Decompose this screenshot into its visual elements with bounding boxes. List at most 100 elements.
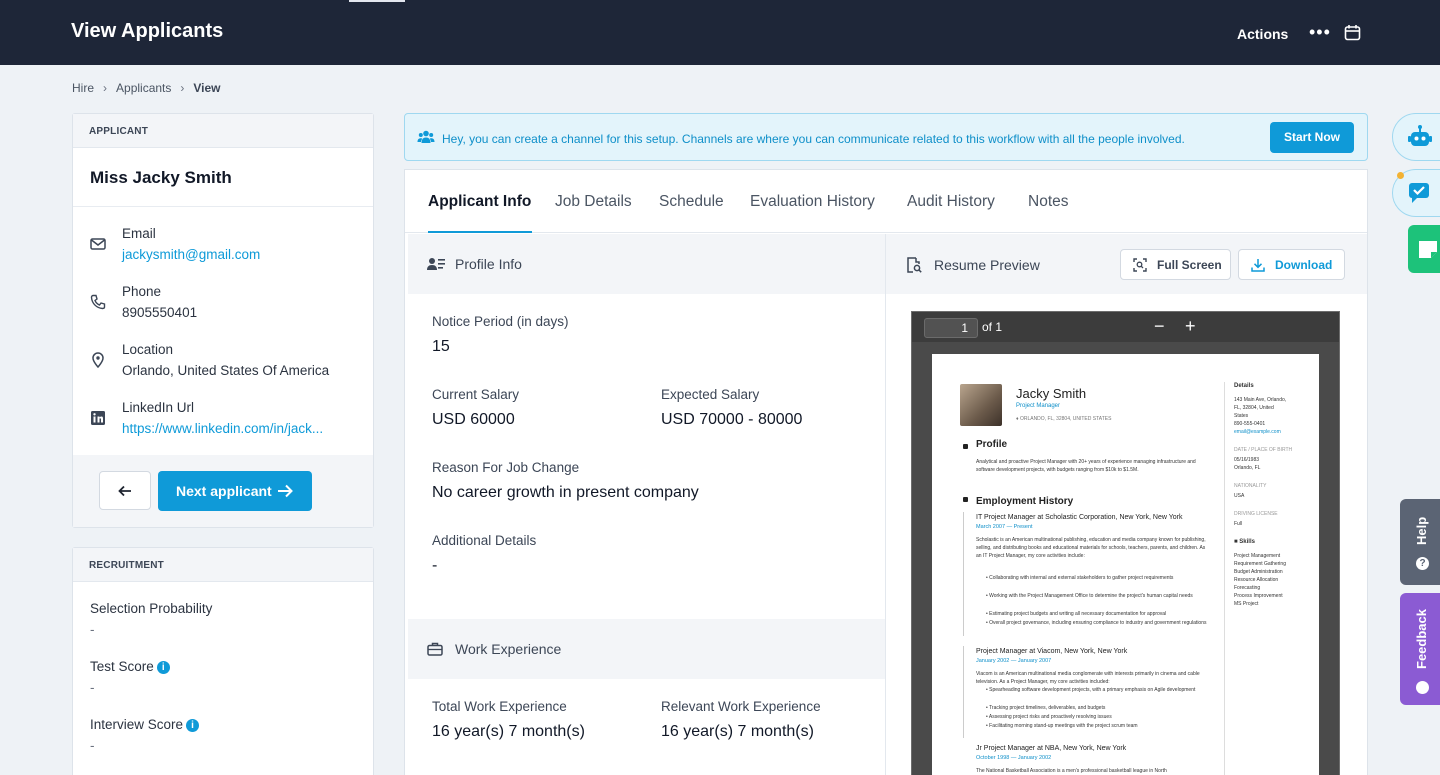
pdf-viewer[interactable]: 1 of 1 − + Jacky Smith Project Manager ♦…	[911, 311, 1340, 775]
start-now-button[interactable]: Start Now	[1270, 122, 1354, 153]
resume-job-item: • Working with the Project Management Of…	[986, 593, 1193, 599]
chat-check-icon	[1409, 183, 1429, 203]
channels-launcher[interactable]	[1392, 169, 1440, 217]
resume-job-title: IT Project Manager at Scholastic Corpora…	[976, 514, 1183, 521]
linkedin-label: LinkedIn Url	[122, 400, 195, 415]
users-icon	[417, 129, 435, 150]
pdf-toolbar: 1 of 1 − +	[912, 312, 1339, 342]
resume-skill: Project Management	[1234, 553, 1281, 559]
full-screen-button[interactable]: Full Screen	[1120, 249, 1231, 280]
download-button[interactable]: Download	[1238, 249, 1345, 280]
resume-dob-label: DATE / PLACE OF BIRTH	[1234, 447, 1293, 453]
breadcrumb: Hire › Applicants › View	[72, 81, 221, 95]
resume-job-title: Jr Project Manager at NBA, New York, New…	[976, 745, 1127, 752]
previous-applicant-button[interactable]	[99, 471, 151, 510]
resume-job-item: • Tracking project timelines, deliverabl…	[986, 705, 1106, 711]
selection-probability-label: Selection Probability	[90, 601, 213, 616]
zoom-in-icon[interactable]: +	[1185, 316, 1196, 337]
chatbot-launcher[interactable]	[1392, 113, 1440, 161]
person-icon	[963, 444, 968, 449]
resume-job-text: Scholastic is an American multinational …	[976, 537, 1206, 559]
info-icon[interactable]: i	[186, 719, 200, 732]
email-label: Email	[122, 226, 156, 241]
phone-value: 8905550401	[122, 305, 198, 320]
pdf-page-input[interactable]: 1	[924, 318, 978, 338]
tab-evaluation-history[interactable]: Evaluation History	[750, 193, 875, 211]
resume-role: Project Manager	[1016, 403, 1061, 409]
resume-sidebar-divider	[1224, 382, 1225, 775]
breadcrumb-view: View	[193, 81, 221, 95]
email-link[interactable]: jackysmith@gmail.com	[122, 247, 260, 262]
calendar-icon[interactable]	[1344, 24, 1361, 46]
breadcrumb-hire[interactable]: Hire	[72, 81, 94, 95]
resume-job-item: • Estimating project budgets and writing…	[986, 611, 1167, 617]
zoom-out-icon[interactable]: −	[1154, 316, 1165, 337]
current-salary-label: Current Salary	[432, 387, 520, 402]
resume-skill: Budget Administration	[1234, 569, 1283, 575]
channel-banner: Hey, you can create a channel for this s…	[404, 113, 1368, 161]
help-tab[interactable]: Help ?	[1400, 499, 1440, 585]
breadcrumb-applicants[interactable]: Applicants	[116, 81, 171, 95]
interview-score: Interview Score i -	[90, 717, 200, 753]
resume-employment-heading: Employment History	[976, 496, 1074, 507]
recruitment-card: RECRUITMENT Selection Probability - Test…	[72, 547, 374, 775]
current-salary: Current Salary USD 60000	[432, 387, 519, 429]
feedback-tab[interactable]: Feedback	[1400, 593, 1440, 705]
relevant-experience-label: Relevant Work Experience	[661, 699, 821, 714]
resume-email: email@example.com	[1234, 429, 1281, 435]
question-icon: ?	[1416, 557, 1429, 570]
profile-column: Profile Info Notice Period (in days) 15 …	[408, 234, 885, 775]
resume-details-heading: Details	[1234, 383, 1254, 389]
total-experience-value: 16 year(s) 7 month(s)	[432, 723, 585, 740]
profile-card-icon	[427, 257, 445, 276]
tab-notes[interactable]: Notes	[1028, 193, 1069, 211]
top-bar: View Applicants Actions •••	[0, 0, 1440, 65]
location-value: Orlando, United States Of America	[122, 363, 330, 378]
applicant-card: APPLICANT Miss Jacky Smith Email jackysm…	[72, 113, 374, 528]
reason-value: No career growth in present company	[432, 484, 699, 501]
mail-icon	[90, 236, 106, 252]
tab-audit-history[interactable]: Audit History	[907, 193, 995, 211]
reason-label: Reason For Job Change	[432, 460, 580, 475]
active-tab-underline	[428, 231, 532, 233]
info-icon[interactable]: i	[156, 661, 170, 674]
tab-schedule[interactable]: Schedule	[659, 193, 724, 211]
chevron-right-icon: ›	[103, 81, 108, 95]
page-title: View Applicants	[71, 20, 224, 42]
tab-applicant-info[interactable]: Applicant Info	[428, 193, 531, 211]
resume-preview-header: Resume Preview Full Screen Download	[886, 234, 1367, 294]
resume-skill: Requirement Gathering	[1234, 561, 1286, 567]
resume-job-text: The National Basketball Association is a…	[976, 768, 1167, 774]
applicant-nav: Next applicant	[73, 455, 373, 527]
resume-birthplace: Orlando, FL	[1234, 465, 1261, 471]
notice-period-value: 15	[432, 338, 450, 355]
more-options-icon[interactable]: •••	[1309, 22, 1331, 43]
resume-job-item: • Spearheading software development proj…	[986, 687, 1196, 693]
test-score-value: -	[90, 680, 95, 695]
resume-job-title: Project Manager at Viacom, New York, New…	[976, 648, 1128, 655]
notice-period: Notice Period (in days) 15	[432, 314, 569, 356]
actions-menu-button[interactable]: Actions	[1237, 26, 1288, 42]
resume-skills-heading: ■ Skills	[1234, 539, 1255, 545]
document-search-icon	[906, 257, 922, 278]
resume-skill: Resource Allocation	[1234, 577, 1279, 583]
notice-period-label: Notice Period (in days)	[432, 314, 569, 329]
phone-icon	[90, 294, 106, 310]
resume-skill: Process Improvement	[1234, 593, 1283, 599]
tab-job-details[interactable]: Job Details	[555, 193, 632, 211]
arrow-left-icon	[118, 485, 131, 497]
resume-profile-text: Analytical and proactive Project Manager…	[976, 459, 1196, 473]
current-salary-value: USD 60000	[432, 411, 515, 428]
main-panel: Applicant Info Job Details Schedule Eval…	[404, 169, 1368, 775]
linkedin-link[interactable]: https://www.linkedin.com/in/jack...	[122, 421, 323, 436]
smiley-icon	[1416, 681, 1429, 694]
profile-info-header: Profile Info	[408, 234, 885, 294]
next-applicant-button[interactable]: Next applicant	[158, 471, 312, 511]
resume-job-dates: January 2002 — January 2007	[976, 658, 1052, 664]
relevant-work-experience: Relevant Work Experience 16 year(s) 7 mo…	[661, 699, 821, 741]
notes-launcher[interactable]	[1408, 225, 1440, 273]
total-work-experience: Total Work Experience 16 year(s) 7 month…	[432, 699, 585, 741]
resume-address: 143 Main Ave, Orlando,	[1234, 397, 1287, 403]
test-score: Test Score i -	[90, 659, 170, 695]
resume-job-item: • Assessing project risks and proactivel…	[986, 714, 1112, 720]
